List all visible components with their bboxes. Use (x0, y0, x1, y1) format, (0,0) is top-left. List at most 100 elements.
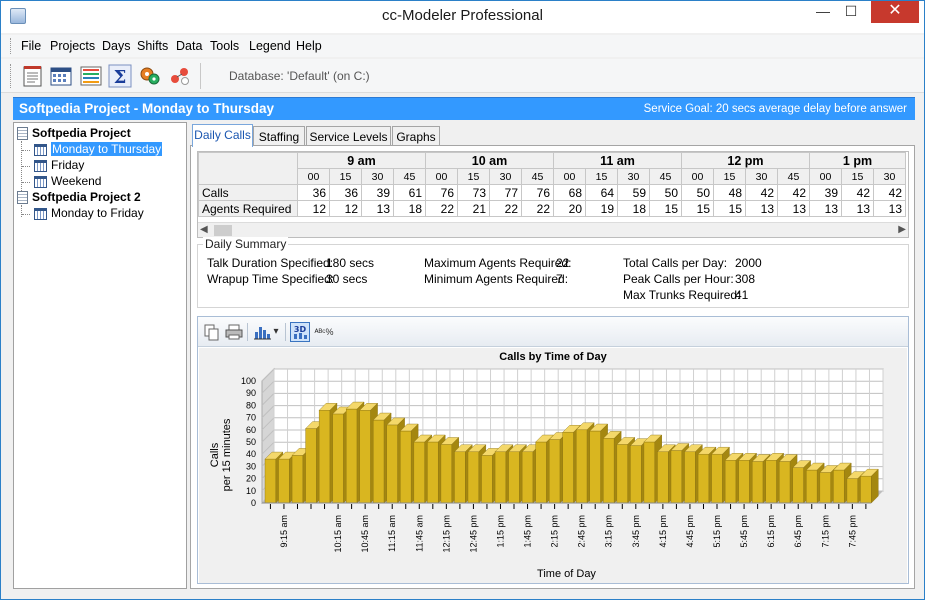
maximize-button[interactable]: ☐ (837, 1, 865, 23)
grid-cell[interactable]: 13 (745, 200, 778, 217)
grid-horizontal-scrollbar[interactable]: ◀ ▶ (198, 222, 908, 237)
tree-project[interactable]: Softpedia Project (17, 126, 131, 142)
notepad-icon[interactable] (21, 64, 45, 88)
grid-cell[interactable]: 64 (585, 184, 618, 201)
scroll-thumb[interactable] (214, 225, 232, 236)
grid-cell[interactable]: 19 (585, 200, 618, 217)
grid-cell[interactable]: 36 (329, 184, 362, 201)
grid-minute-header: 45 (521, 168, 554, 185)
grid-cell[interactable]: 73 (457, 184, 490, 201)
grid-cell[interactable]: 12 (329, 200, 362, 217)
sum-icon[interactable]: Σ (108, 64, 132, 88)
tree-day-item[interactable]: Monday to Thursday (34, 142, 163, 158)
x-tick-label: 4:45 pm (685, 515, 695, 548)
chart-type-icon[interactable] (252, 322, 272, 342)
y-tick-label: 10 (246, 486, 256, 496)
scroll-left-icon[interactable]: ◀ (200, 224, 208, 235)
tree-day-item[interactable]: Weekend (34, 174, 101, 190)
toolbar-grip[interactable] (10, 64, 13, 88)
y-tick-label: 90 (246, 388, 256, 398)
day-calendar-icon (34, 176, 47, 188)
minimize-button[interactable]: — (809, 1, 837, 23)
close-button[interactable]: ✕ (871, 1, 919, 23)
menu-file[interactable]: File (21, 39, 41, 53)
grid-cell[interactable]: 22 (521, 200, 554, 217)
print-icon[interactable] (224, 322, 244, 342)
menu-tools[interactable]: Tools (210, 39, 239, 53)
menu-help[interactable]: Help (296, 39, 322, 53)
day-calendar-icon (34, 144, 47, 156)
grid-cell[interactable]: 36 (297, 184, 330, 201)
menu-shifts[interactable]: Shifts (137, 39, 168, 53)
max-agents-value: 22 (556, 256, 570, 270)
tab-graphs[interactable]: Graphs (392, 126, 440, 146)
grid-cell[interactable]: 18 (617, 200, 650, 217)
tab-service-levels[interactable]: Service Levels (306, 126, 391, 146)
tree-day-item[interactable]: Monday to Friday (34, 206, 144, 222)
grid-cell[interactable]: 50 (649, 184, 682, 201)
y-tick-label: 40 (246, 449, 256, 459)
tree-day-item[interactable]: Friday (34, 158, 84, 174)
grid-cell[interactable]: 22 (489, 200, 522, 217)
menu-days[interactable]: Days (102, 39, 130, 53)
grid-cell[interactable]: 42 (873, 184, 906, 201)
x-tick-label: 3:15 pm (604, 515, 614, 548)
copy-icon[interactable] (202, 322, 222, 342)
grid-cell[interactable]: 50 (681, 184, 714, 201)
tree-project[interactable]: Softpedia Project 2 (17, 190, 141, 206)
shifts-list-icon[interactable] (79, 64, 103, 88)
x-tick-label: 12:45 pm (468, 515, 478, 553)
grid-cell[interactable]: 15 (649, 200, 682, 217)
calendar-icon[interactable] (49, 64, 73, 88)
y-tick-label: 70 (246, 413, 256, 423)
3d-toggle-icon[interactable]: 3D (290, 322, 310, 342)
grid-cell[interactable]: 13 (361, 200, 394, 217)
grid-cell[interactable]: 76 (521, 184, 554, 201)
grid-cell[interactable]: 15 (681, 200, 714, 217)
legend-icon[interactable] (168, 64, 192, 88)
menu-grip[interactable] (10, 38, 13, 54)
project-header: Softpedia Project - Monday to Thursday S… (13, 97, 915, 120)
grid-cell[interactable]: 39 (809, 184, 842, 201)
grid-cell[interactable]: 68 (553, 184, 586, 201)
grid-cell[interactable]: 13 (777, 200, 810, 217)
x-tick-label: 11:15 am (387, 515, 397, 552)
grid-cell[interactable]: 21 (457, 200, 490, 217)
project-title: Softpedia Project - Monday to Thursday (19, 101, 275, 116)
tab-staffing[interactable]: Staffing (253, 126, 305, 146)
grid-cell[interactable]: 42 (841, 184, 874, 201)
grid-cell[interactable]: 13 (873, 200, 906, 217)
menu-data[interactable]: Data (176, 39, 202, 53)
grid-cell[interactable]: 13 (841, 200, 874, 217)
grid-cell[interactable]: 18 (393, 200, 426, 217)
tools-icon[interactable] (138, 64, 162, 88)
graph-toolbar: ▾ 3D ᴬᴮᶜ% (198, 317, 908, 347)
max-trunks-value: 41 (735, 288, 749, 302)
grid-cell[interactable]: 42 (745, 184, 778, 201)
menu-projects[interactable]: Projects (50, 39, 95, 53)
chart-bar[interactable] (859, 468, 879, 504)
scroll-right-icon[interactable]: ▶ (898, 224, 906, 235)
grid-cell[interactable]: 61 (393, 184, 426, 201)
tab-daily-calls[interactable]: Daily Calls (192, 124, 253, 147)
grid-cell[interactable]: 59 (617, 184, 650, 201)
data-labels-icon[interactable]: ᴬᴮᶜ% (314, 322, 334, 342)
grid-cell[interactable]: 76 (425, 184, 458, 201)
grid-cell[interactable]: 39 (361, 184, 394, 201)
tree-connector (22, 214, 30, 215)
grid-cell[interactable]: 15 (713, 200, 746, 217)
database-label: Database: 'Default' (on C:) (229, 69, 370, 83)
grid-cell[interactable]: 12 (297, 200, 330, 217)
grid-cell[interactable]: 22 (425, 200, 458, 217)
menu-legend[interactable]: Legend (249, 39, 291, 53)
grid-cell[interactable]: 48 (713, 184, 746, 201)
chart-area: Calls by Time of Day Calls per 15 minute… (199, 348, 907, 583)
grid-cell[interactable]: 13 (809, 200, 842, 217)
daily-calls-panel: 9 am 10 am 11 am 12 pm 1 pm 00 15 30 45 00 15 30 45… (190, 145, 915, 589)
grid-cell[interactable]: 20 (553, 200, 586, 217)
chart-type-dropdown[interactable]: ▾ (270, 322, 282, 342)
grid-cell[interactable]: 77 (489, 184, 522, 201)
grid-cell[interactable]: 42 (777, 184, 810, 201)
total-calls-label: Total Calls per Day: (623, 256, 728, 270)
x-tick-label: 5:45 pm (739, 515, 749, 548)
